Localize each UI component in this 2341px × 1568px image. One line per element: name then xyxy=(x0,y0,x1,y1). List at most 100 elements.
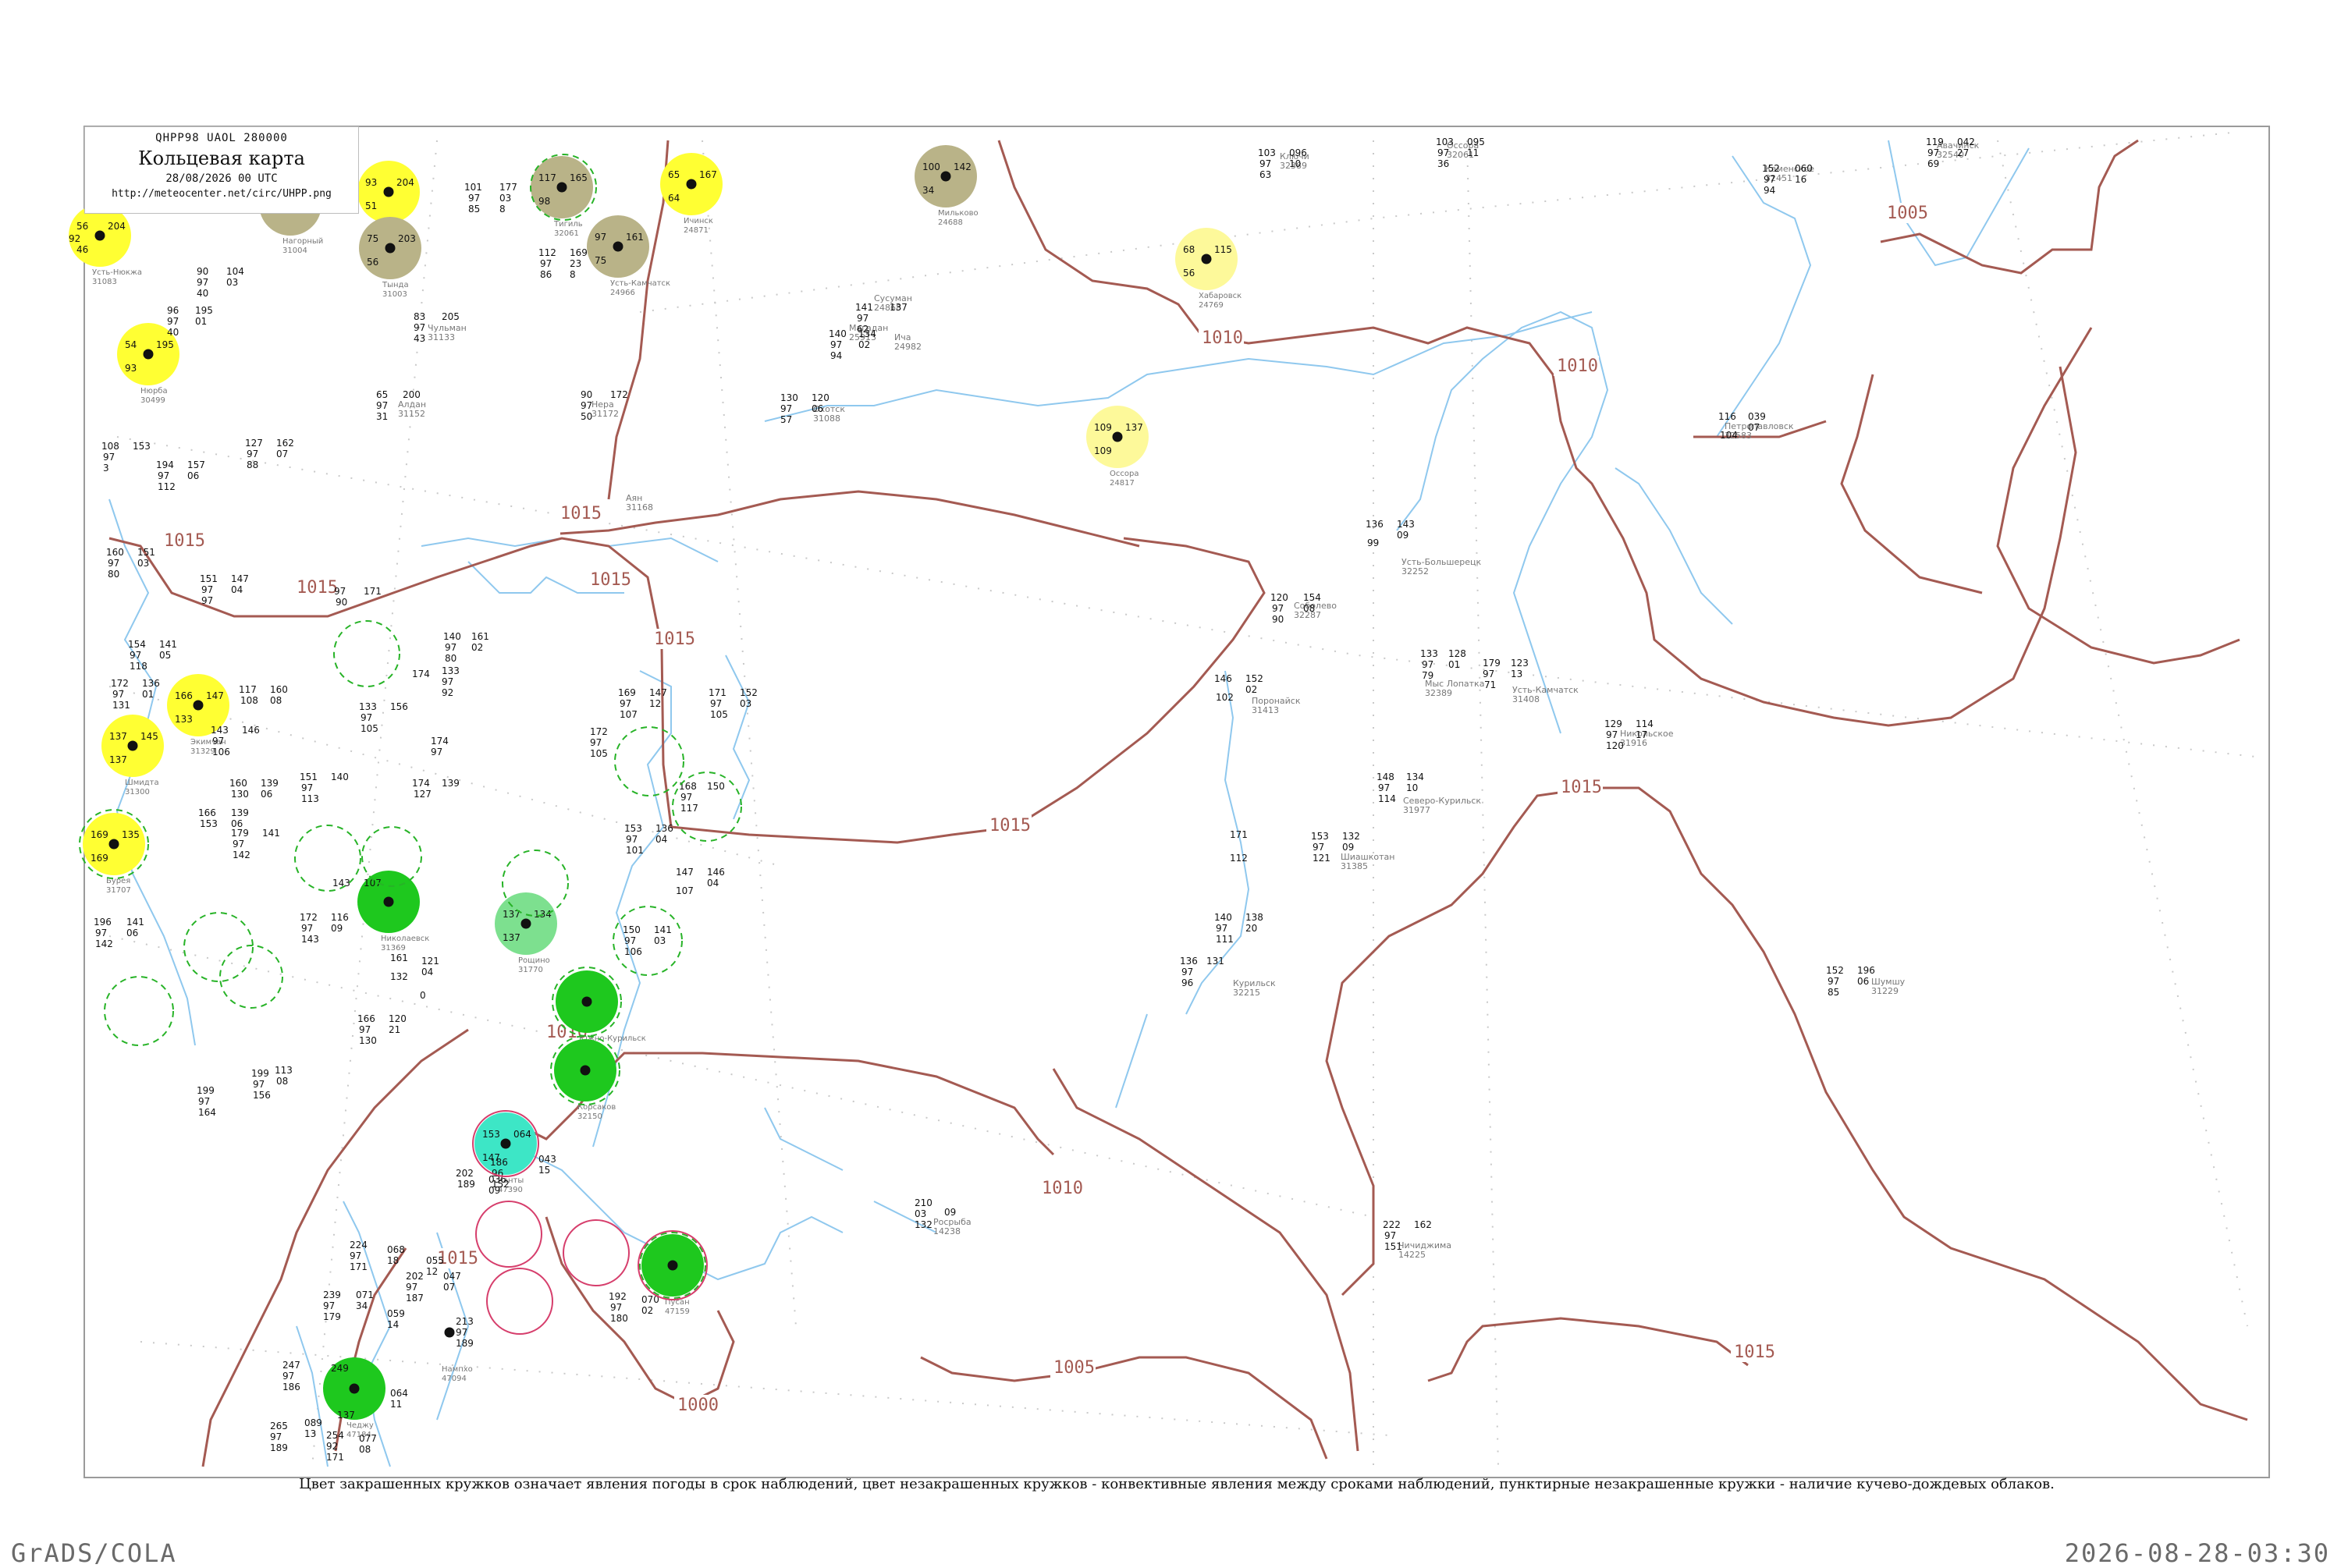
station-id: 24817 xyxy=(1110,479,1135,488)
svg-text:97: 97 xyxy=(1259,158,1271,169)
station-id: 31369 xyxy=(381,944,406,953)
station-value: 064 xyxy=(513,1129,531,1140)
svg-text:97: 97 xyxy=(212,736,224,747)
station-id: 31413 xyxy=(1252,705,1279,715)
svg-text:171: 171 xyxy=(709,687,726,698)
station-value: 117 xyxy=(538,172,556,183)
svg-text:202: 202 xyxy=(456,1168,474,1179)
svg-text:105: 105 xyxy=(590,748,608,759)
station-value: 68 xyxy=(1183,244,1195,255)
svg-text:156: 156 xyxy=(390,701,408,712)
station-value: 56 xyxy=(76,221,88,232)
svg-text:97: 97 xyxy=(270,1431,282,1442)
svg-text:97: 97 xyxy=(350,1250,361,1261)
svg-text:97: 97 xyxy=(334,586,346,597)
svg-text:117: 117 xyxy=(680,803,698,814)
station-value: 133 xyxy=(175,714,193,725)
svg-text:08: 08 xyxy=(359,1444,371,1455)
weather-map[interactable]: 1015101510151015101510101010100510151015… xyxy=(0,0,2341,1560)
station-id: 47094 xyxy=(442,1375,467,1383)
svg-text:123: 123 xyxy=(1511,658,1529,669)
svg-text:106: 106 xyxy=(624,946,642,957)
svg-text:180: 180 xyxy=(610,1313,628,1324)
svg-text:3: 3 xyxy=(103,463,109,474)
svg-text:202: 202 xyxy=(406,1271,424,1282)
station-id: 30499 xyxy=(140,396,165,405)
cloud-cover-icon xyxy=(581,996,592,1007)
station-id: 31229 xyxy=(1871,986,1899,996)
svg-text:141: 141 xyxy=(654,924,672,935)
station-id: 31003 xyxy=(382,290,407,299)
svg-text:156: 156 xyxy=(253,1090,271,1101)
station-value: 56 xyxy=(367,257,378,268)
svg-text:97: 97 xyxy=(1764,174,1775,185)
svg-text:153: 153 xyxy=(200,818,218,829)
cloud-cover-icon xyxy=(667,1260,678,1271)
svg-text:09: 09 xyxy=(1397,530,1409,541)
svg-text:97: 97 xyxy=(710,698,722,709)
svg-text:97: 97 xyxy=(780,403,792,414)
svg-text:03: 03 xyxy=(137,558,149,569)
station-id: 31168 xyxy=(626,502,653,513)
svg-text:20: 20 xyxy=(1245,923,1257,934)
station-name: Рощино xyxy=(518,956,550,965)
svg-text:114: 114 xyxy=(1378,793,1396,804)
station-value: 51 xyxy=(365,200,377,211)
station-value: 75 xyxy=(595,255,606,266)
svg-text:150: 150 xyxy=(623,924,641,935)
svg-text:85: 85 xyxy=(1828,987,1839,998)
svg-text:02: 02 xyxy=(641,1305,653,1316)
cloud-cover-icon xyxy=(383,186,394,197)
svg-text:043: 043 xyxy=(538,1154,556,1165)
svg-text:97: 97 xyxy=(130,650,141,661)
svg-text:120: 120 xyxy=(389,1013,407,1024)
station-id: 31770 xyxy=(518,966,543,974)
map-url[interactable]: http://meteocenter.net/circ/UHPP.png xyxy=(85,188,358,200)
svg-text:186: 186 xyxy=(490,1157,508,1168)
svg-text:169: 169 xyxy=(618,687,636,698)
svg-text:189: 189 xyxy=(270,1442,288,1453)
svg-text:97: 97 xyxy=(233,839,244,850)
station-value: 153 xyxy=(482,1129,500,1140)
svg-text:136: 136 xyxy=(655,823,673,834)
station-name: Ичинск xyxy=(684,217,713,225)
svg-text:166: 166 xyxy=(198,807,216,818)
station-value: 46 xyxy=(76,244,88,255)
svg-text:03: 03 xyxy=(654,935,666,946)
svg-text:10: 10 xyxy=(1289,158,1301,169)
cloud-cover-icon xyxy=(556,182,567,193)
svg-text:151: 151 xyxy=(1384,1241,1402,1252)
svg-text:85: 85 xyxy=(468,204,480,215)
station-id: 24769 xyxy=(1199,301,1224,310)
svg-text:107: 107 xyxy=(676,885,694,896)
svg-text:179: 179 xyxy=(323,1311,341,1322)
svg-text:162: 162 xyxy=(1414,1219,1432,1230)
svg-text:139: 139 xyxy=(442,778,460,789)
svg-text:07: 07 xyxy=(443,1282,455,1293)
svg-text:01: 01 xyxy=(1448,659,1460,670)
svg-text:059: 059 xyxy=(387,1308,405,1319)
svg-text:199: 199 xyxy=(251,1068,269,1079)
svg-text:174: 174 xyxy=(412,669,430,679)
svg-text:97: 97 xyxy=(456,1327,467,1338)
svg-text:103: 103 xyxy=(1436,137,1454,147)
svg-text:143: 143 xyxy=(332,878,350,889)
svg-text:97: 97 xyxy=(95,928,107,938)
svg-text:137: 137 xyxy=(337,1410,355,1421)
svg-text:15: 15 xyxy=(538,1165,550,1176)
svg-text:152: 152 xyxy=(740,687,758,698)
svg-text:143: 143 xyxy=(211,725,229,736)
svg-text:136: 136 xyxy=(1180,956,1198,967)
station-value: 109 xyxy=(1094,445,1112,456)
svg-text:105: 105 xyxy=(710,709,728,720)
station-value: 147 xyxy=(206,690,224,701)
svg-text:97: 97 xyxy=(301,923,313,934)
svg-text:97: 97 xyxy=(112,689,124,700)
svg-text:08: 08 xyxy=(1303,603,1315,614)
station-id: 32150 xyxy=(577,1112,602,1121)
svg-text:133: 133 xyxy=(442,665,460,676)
svg-text:0: 0 xyxy=(420,990,426,1001)
isobar-label: 1005 xyxy=(1887,204,1928,223)
svg-text:94: 94 xyxy=(830,350,842,361)
isobar-label: 1010 xyxy=(1042,1179,1083,1198)
